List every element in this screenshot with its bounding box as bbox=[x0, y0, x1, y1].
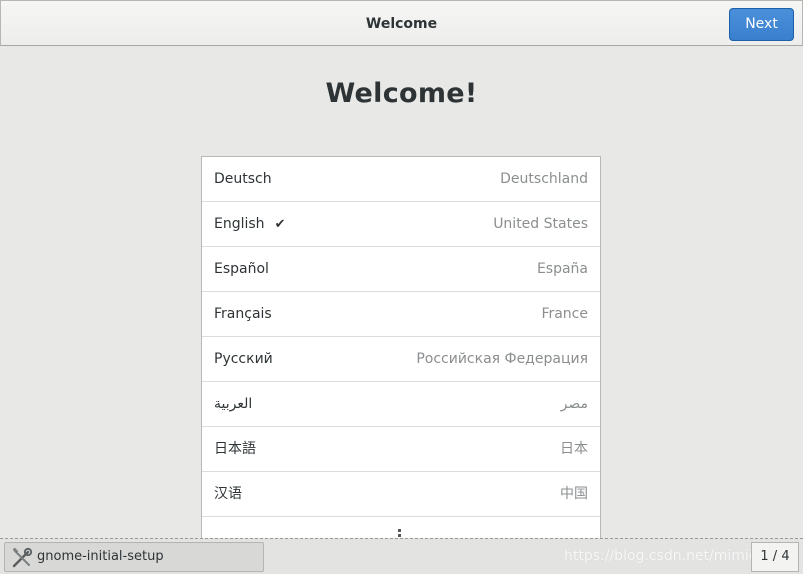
language-row-espanol[interactable]: Español España bbox=[202, 247, 600, 292]
taskbar: gnome-initial-setup https://blog.csdn.ne… bbox=[0, 538, 803, 574]
language-row-japanese[interactable]: 日本語 日本 bbox=[202, 427, 600, 472]
language-name: English bbox=[214, 216, 265, 232]
language-name: Español bbox=[214, 261, 269, 277]
language-row-deutsch[interactable]: Deutsch Deutschland bbox=[202, 157, 600, 202]
taskbar-window-label: gnome-initial-setup bbox=[37, 549, 164, 564]
language-region: España bbox=[536, 261, 588, 277]
language-row-francais[interactable]: Français France bbox=[202, 292, 600, 337]
language-name: Français bbox=[214, 306, 272, 322]
next-button[interactable]: Next bbox=[729, 8, 794, 41]
language-region: 日本 bbox=[560, 441, 588, 457]
language-row-russian[interactable]: Русский Российская Федерация bbox=[202, 337, 600, 382]
window-title: Welcome bbox=[365, 16, 438, 32]
language-name: 日本語 bbox=[214, 441, 256, 457]
language-region: France bbox=[541, 306, 588, 322]
language-region: 中国 bbox=[560, 486, 588, 502]
tools-icon bbox=[12, 547, 33, 568]
language-name: Deutsch bbox=[214, 171, 272, 187]
language-region: مصر bbox=[560, 396, 588, 412]
language-region: United States bbox=[493, 216, 588, 232]
header-bar: Welcome Next bbox=[0, 0, 803, 46]
language-row-english[interactable]: English ✔ United States bbox=[202, 202, 600, 247]
language-region: Российская Федерация bbox=[416, 351, 588, 367]
setup-window: Welcome Next Welcome! Deutsch Deutschlan… bbox=[0, 0, 803, 574]
workspace-indicator[interactable]: 1 / 4 bbox=[751, 542, 799, 572]
language-region: Deutschland bbox=[500, 171, 588, 187]
language-name: 汉语 bbox=[214, 486, 242, 502]
language-list[interactable]: Deutsch Deutschland English ✔ United Stat… bbox=[201, 156, 601, 540]
page-title: Welcome! bbox=[325, 78, 478, 109]
taskbar-window-button[interactable]: gnome-initial-setup bbox=[4, 542, 264, 572]
more-languages-row[interactable] bbox=[202, 517, 600, 539]
checkmark-icon: ✔ bbox=[274, 217, 286, 232]
language-name: Русский bbox=[214, 351, 273, 367]
watermark: https://blog.csdn.net/mimicoa bbox=[564, 548, 774, 564]
language-name: العربية bbox=[214, 396, 253, 412]
language-name-wrap: English ✔ bbox=[214, 202, 285, 247]
language-row-arabic[interactable]: العربية مصر bbox=[202, 382, 600, 427]
language-row-chinese[interactable]: 汉语 中国 bbox=[202, 472, 600, 517]
